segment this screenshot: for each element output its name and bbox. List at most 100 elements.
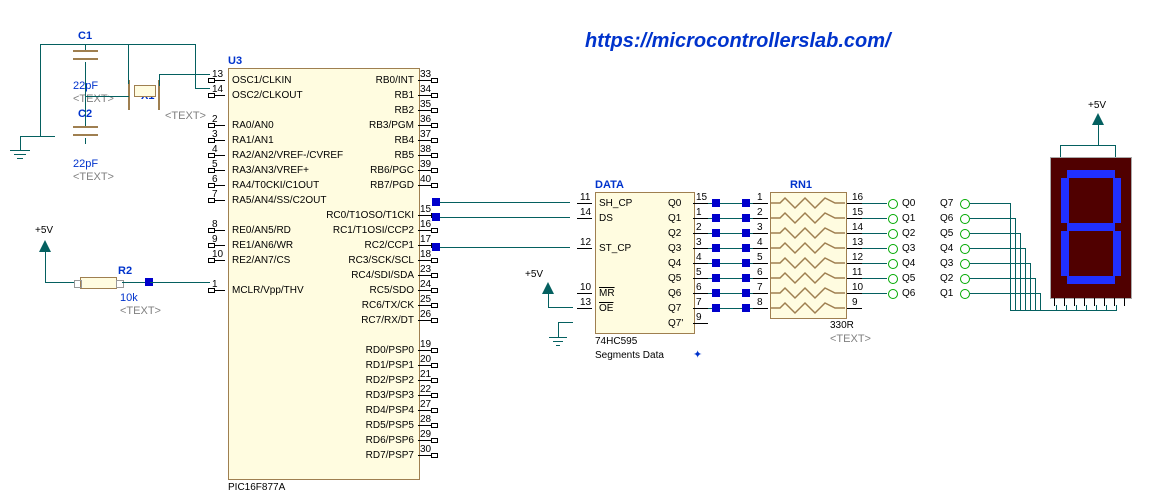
pin-number: 9 bbox=[852, 297, 858, 308]
data-desc: Segments Data bbox=[595, 350, 664, 361]
pin-number: 4 bbox=[696, 252, 702, 263]
pin-name: RA3/AN3/VREF+ bbox=[232, 165, 309, 176]
wire bbox=[85, 122, 86, 126]
pin-number: 5 bbox=[757, 252, 763, 263]
url-link[interactable]: https://microcontrollerslab.com/ bbox=[585, 30, 891, 53]
u3-name: U3 bbox=[228, 55, 242, 67]
pin-number: 12 bbox=[852, 252, 863, 263]
pin-number: 8 bbox=[212, 219, 218, 230]
net-label: Q7 bbox=[940, 198, 953, 209]
arrow-up-icon bbox=[1092, 113, 1104, 125]
probe-icon bbox=[742, 214, 750, 222]
pin-number: 8 bbox=[757, 297, 763, 308]
probe-icon bbox=[742, 244, 750, 252]
pin-number: 2 bbox=[212, 114, 218, 125]
pin-number: 7 bbox=[757, 282, 763, 293]
probe-icon bbox=[742, 199, 750, 207]
pin-name: RD6/PSP6 bbox=[366, 435, 414, 446]
wire bbox=[20, 136, 21, 150]
c1-text: <TEXT> bbox=[73, 93, 114, 105]
pin-number: 6 bbox=[757, 267, 763, 278]
wire bbox=[195, 74, 196, 88]
rn1-value: 330R bbox=[830, 320, 854, 331]
wire bbox=[45, 252, 46, 282]
pin-name: RA2/AN2/VREF-/CVREF bbox=[232, 150, 343, 161]
pin-number: 6 bbox=[696, 282, 702, 293]
pin-number: 17 bbox=[420, 234, 431, 245]
resistor-zigzag-icon bbox=[770, 241, 845, 255]
resistor-zigzag-icon bbox=[770, 256, 845, 270]
pin-name: MCLR/Vpp/THV bbox=[232, 285, 304, 296]
pin-number: 15 bbox=[696, 192, 707, 203]
pin-name: SH_CP bbox=[599, 198, 632, 209]
probe-icon bbox=[742, 229, 750, 237]
pin-number: 39 bbox=[420, 159, 431, 170]
pin-name: RB4 bbox=[395, 135, 414, 146]
wire bbox=[40, 44, 85, 45]
pin-number: 40 bbox=[420, 174, 431, 185]
pin-name: ST_CP bbox=[599, 243, 631, 254]
pin-number: 5 bbox=[212, 159, 218, 170]
pin-number: 23 bbox=[420, 264, 431, 275]
wire bbox=[558, 322, 573, 323]
net-terminal-icon bbox=[960, 274, 970, 284]
pin-number: 13 bbox=[580, 297, 591, 308]
pin-name: RC7/RX/DT bbox=[361, 315, 414, 326]
pin-name: RA5/AN4/SS/C2OUT bbox=[232, 195, 326, 206]
wire bbox=[85, 138, 86, 144]
wire bbox=[1098, 125, 1099, 145]
pin-number: 5 bbox=[696, 267, 702, 278]
gnd-bar bbox=[556, 345, 560, 346]
pin-number: 16 bbox=[420, 219, 431, 230]
pin-number: 2 bbox=[696, 222, 702, 233]
probe-icon bbox=[432, 243, 440, 251]
net-terminal-icon bbox=[888, 289, 898, 299]
xtal-plate-l bbox=[128, 80, 130, 110]
wire bbox=[558, 322, 559, 337]
pin-name: RC5/SDO bbox=[370, 285, 414, 296]
probe-icon bbox=[712, 229, 720, 237]
pin-number: 14 bbox=[852, 222, 863, 233]
resistor-zigzag-icon bbox=[770, 286, 845, 300]
u3-part: PIC16F877A bbox=[228, 482, 285, 493]
pin-number: 4 bbox=[212, 144, 218, 155]
probe-icon bbox=[742, 289, 750, 297]
data-name: DATA bbox=[595, 179, 624, 191]
pin-name: RC1/T1OSI/CCP2 bbox=[333, 225, 414, 236]
wire bbox=[40, 44, 41, 136]
pin-number: 19 bbox=[420, 339, 431, 350]
gnd-bar bbox=[553, 341, 563, 342]
pin-name: RE1/AN6/WR bbox=[232, 240, 293, 251]
wire bbox=[440, 247, 570, 248]
pin-name: RC6/TX/CK bbox=[362, 300, 414, 311]
net-label: Q1 bbox=[902, 213, 915, 224]
v5-label-disp: +5V bbox=[1088, 100, 1106, 111]
wire bbox=[195, 44, 196, 74]
net-label: Q2 bbox=[940, 273, 953, 284]
pin-name: RC2/CCP1 bbox=[365, 240, 414, 251]
net-label: Q0 bbox=[902, 198, 915, 209]
probe-icon bbox=[712, 244, 720, 252]
data-part: 74HC595 bbox=[595, 336, 637, 347]
r2-value: 10k bbox=[120, 292, 138, 304]
pin-name: RD0/PSP0 bbox=[366, 345, 414, 356]
wire bbox=[548, 307, 573, 308]
r2-name: R2 bbox=[118, 265, 132, 277]
pin-number: 9 bbox=[696, 312, 702, 323]
net-terminal-icon bbox=[960, 259, 970, 269]
wire bbox=[195, 88, 210, 89]
probe-icon bbox=[712, 304, 720, 312]
pin-name: RD7/PSP7 bbox=[366, 450, 414, 461]
pin-name: RB7/PGD bbox=[370, 180, 414, 191]
pin-number: 15 bbox=[420, 204, 431, 215]
probe-icon bbox=[712, 259, 720, 267]
net-label: Q2 bbox=[902, 228, 915, 239]
wire bbox=[20, 136, 55, 137]
pin-name: Q6 bbox=[668, 288, 681, 299]
resistor-zigzag-icon bbox=[770, 226, 845, 240]
pin-number: 35 bbox=[420, 99, 431, 110]
pin-number: 20 bbox=[420, 354, 431, 365]
wire bbox=[159, 74, 160, 86]
pin-number: 1 bbox=[212, 279, 218, 290]
pin-number: 9 bbox=[212, 234, 218, 245]
